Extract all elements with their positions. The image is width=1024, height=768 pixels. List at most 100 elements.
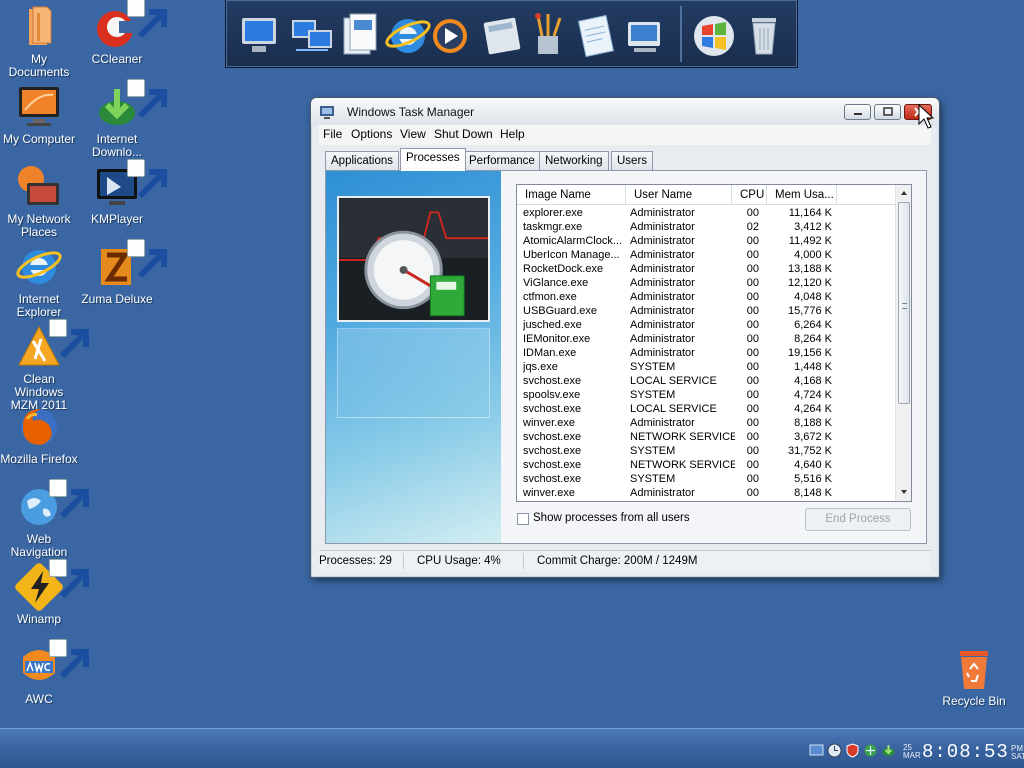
desktop-icon-recycle-bin[interactable]: Recycle Bin xyxy=(935,645,1013,708)
my-computer-icon[interactable] xyxy=(236,10,284,60)
desktop-icon-zuma-deluxe[interactable]: Zuma Deluxe xyxy=(78,239,167,306)
table-row[interactable]: ctfmon.exe Administrator 00 4,048 K xyxy=(517,290,895,304)
notepad-icon[interactable] xyxy=(572,10,620,60)
maximize-button[interactable] xyxy=(874,104,901,120)
process-mem-usage: 3,412 K xyxy=(794,221,832,233)
table-row[interactable]: svchost.exe SYSTEM 00 5,516 K xyxy=(517,472,895,486)
table-row[interactable]: svchost.exe SYSTEM 00 31,752 K xyxy=(517,444,895,458)
table-row[interactable]: ViGlance.exe Administrator 00 12,120 K xyxy=(517,276,895,290)
table-row[interactable]: winver.exe Administrator 00 8,148 K xyxy=(517,486,895,500)
process-mem-usage: 4,048 K xyxy=(794,291,832,303)
table-row[interactable]: winver.exe Administrator 00 8,188 K xyxy=(517,416,895,430)
desktop-icon-clean-windows[interactable]: Clean Windows MZM 2011 xyxy=(0,319,89,412)
tray-clock-time[interactable]: 8:08:53 xyxy=(922,741,1009,763)
tab-networking[interactable]: Networking xyxy=(539,151,609,170)
shortcut-arrow-icon xyxy=(49,559,89,599)
table-row[interactable]: svchost.exe LOCAL SERVICE 00 4,264 K xyxy=(517,402,895,416)
desktop-icon-label: Mozilla Firefox xyxy=(0,452,78,466)
tab-performance[interactable]: Performance xyxy=(463,151,541,170)
table-row[interactable]: RocketDock.exe Administrator 00 13,188 K xyxy=(517,262,895,276)
process-image-name: AtomicAlarmClock... xyxy=(523,235,623,247)
process-image-name: svchost.exe xyxy=(523,403,582,415)
vertical-scrollbar[interactable] xyxy=(895,185,911,501)
table-row[interactable]: USBGuard.exe Administrator 00 15,776 K xyxy=(517,304,895,318)
tab-applications[interactable]: Applications xyxy=(325,151,400,170)
desktop-icon-my-documents[interactable]: My Documents xyxy=(0,3,78,79)
column-image-name[interactable]: Image Name xyxy=(517,185,626,205)
table-row[interactable]: jusched.exe Administrator 00 6,264 K xyxy=(517,318,895,332)
desktop-icon-internet-explorer[interactable]: Internet Explorer xyxy=(0,243,78,319)
scroll-down-arrow-icon[interactable] xyxy=(899,487,909,497)
desktop-icon-my-network-places[interactable]: My Network Places xyxy=(0,163,78,239)
column-mem-usage[interactable]: Mem Usa... xyxy=(767,185,837,205)
process-image-name: jusched.exe xyxy=(523,319,582,331)
process-cpu: 00 xyxy=(746,207,759,219)
windows-logo-icon[interactable] xyxy=(690,10,738,60)
desktop-icon-label: Recycle Bin xyxy=(942,694,1006,708)
ccleaner-icon xyxy=(93,0,167,51)
tab-processes[interactable]: Processes xyxy=(400,148,466,171)
process-cpu: 00 xyxy=(746,361,759,373)
scroll-up-arrow-icon[interactable] xyxy=(899,188,909,198)
table-row[interactable]: svchost.exe NETWORK SERVICE 00 4,640 K xyxy=(517,458,895,472)
gauge-reflection xyxy=(337,328,490,418)
folder-documents-icon xyxy=(15,3,63,51)
minimize-button[interactable] xyxy=(844,104,871,120)
table-row[interactable]: explorer.exe Administrator 00 11,164 K xyxy=(517,206,895,220)
desktop-icon-internet-download-manager[interactable]: Internet Downlo... xyxy=(78,79,167,159)
column-user-name[interactable]: User Name xyxy=(626,185,732,205)
internet-explorer-icon[interactable] xyxy=(384,10,432,60)
desktop-icon-awc[interactable]: AWC xyxy=(0,639,89,706)
table-row[interactable]: UberIcon Manage... Administrator 00 4,000 K xyxy=(517,248,895,262)
menu-options[interactable]: Options xyxy=(351,127,392,141)
network-icon[interactable] xyxy=(288,10,336,60)
calculator-icon[interactable] xyxy=(478,10,526,60)
table-row[interactable]: taskmgr.exe Administrator 02 3,412 K xyxy=(517,220,895,234)
tab-users[interactable]: Users xyxy=(611,151,654,170)
process-image-name: RocketDock.exe xyxy=(523,263,604,275)
process-list[interactable]: Image Name User Name CPU Mem Usa... expl… xyxy=(516,184,912,502)
table-row[interactable]: svchost.exe NETWORK SERVICE 00 3,672 K xyxy=(517,430,895,444)
network-connection-icon[interactable] xyxy=(863,743,878,758)
control-panel-icon[interactable] xyxy=(620,10,668,60)
table-row[interactable]: jqs.exe SYSTEM 00 1,448 K xyxy=(517,360,895,374)
scrollbar-thumb[interactable] xyxy=(898,202,910,404)
menu-view[interactable]: View xyxy=(400,127,426,141)
desktop-icon-kmplayer[interactable]: KMPlayer xyxy=(78,159,167,226)
table-row[interactable]: AtomicAlarmClock... Administrator 00 11,492… xyxy=(517,234,895,248)
process-mem-usage: 6,264 K xyxy=(794,319,832,331)
process-user-name: SYSTEM xyxy=(630,445,676,457)
column-cpu[interactable]: CPU xyxy=(732,185,767,205)
internet-download-manager-icon xyxy=(93,79,167,131)
clock-tray-icon[interactable] xyxy=(827,743,842,758)
desktop-icon-my-computer[interactable]: My Computer xyxy=(0,83,78,146)
process-image-name: svchost.exe xyxy=(523,459,582,471)
table-row[interactable]: spoolsv.exe SYSTEM 00 4,724 K xyxy=(517,388,895,402)
desktop-icon-mozilla-firefox[interactable]: Mozilla Firefox xyxy=(0,403,78,466)
documents-icon[interactable] xyxy=(336,10,384,60)
desktop-icon-label: Internet Explorer xyxy=(16,292,62,319)
download-manager-tray-icon[interactable] xyxy=(881,743,896,758)
zuma-deluxe-icon xyxy=(93,239,167,291)
table-row[interactable]: IEMonitor.exe Administrator 00 8,264 K xyxy=(517,332,895,346)
show-desktop-icon[interactable] xyxy=(809,743,824,758)
status-divider xyxy=(403,553,404,569)
desktop-icon-web-navigation[interactable]: Web Navigation xyxy=(0,479,89,559)
menu-file[interactable]: File xyxy=(323,127,342,141)
desktop-icon-label: KMPlayer xyxy=(90,212,143,226)
end-process-button[interactable]: End Process xyxy=(805,508,911,531)
usb-guard-shield-icon[interactable] xyxy=(845,743,860,758)
process-mem-usage: 8,148 K xyxy=(794,487,832,499)
process-mem-usage: 4,724 K xyxy=(794,389,832,401)
title-bar[interactable]: Windows Task Manager xyxy=(311,98,939,126)
media-player-icon[interactable] xyxy=(426,10,474,60)
recycle-bin-icon[interactable] xyxy=(740,10,788,60)
desktop-icon-winamp[interactable]: Winamp xyxy=(0,559,89,626)
table-row[interactable]: svchost.exe LOCAL SERVICE 00 4,168 K xyxy=(517,374,895,388)
menu-shut-down[interactable]: Shut Down xyxy=(434,127,493,141)
menu-help[interactable]: Help xyxy=(500,127,525,141)
checkbox-box[interactable] xyxy=(517,513,529,525)
table-row[interactable]: IDMan.exe Administrator 00 19,156 K xyxy=(517,346,895,360)
desktop-icon-ccleaner[interactable]: CCleaner xyxy=(78,0,167,66)
paint-brushes-icon[interactable] xyxy=(524,10,572,60)
